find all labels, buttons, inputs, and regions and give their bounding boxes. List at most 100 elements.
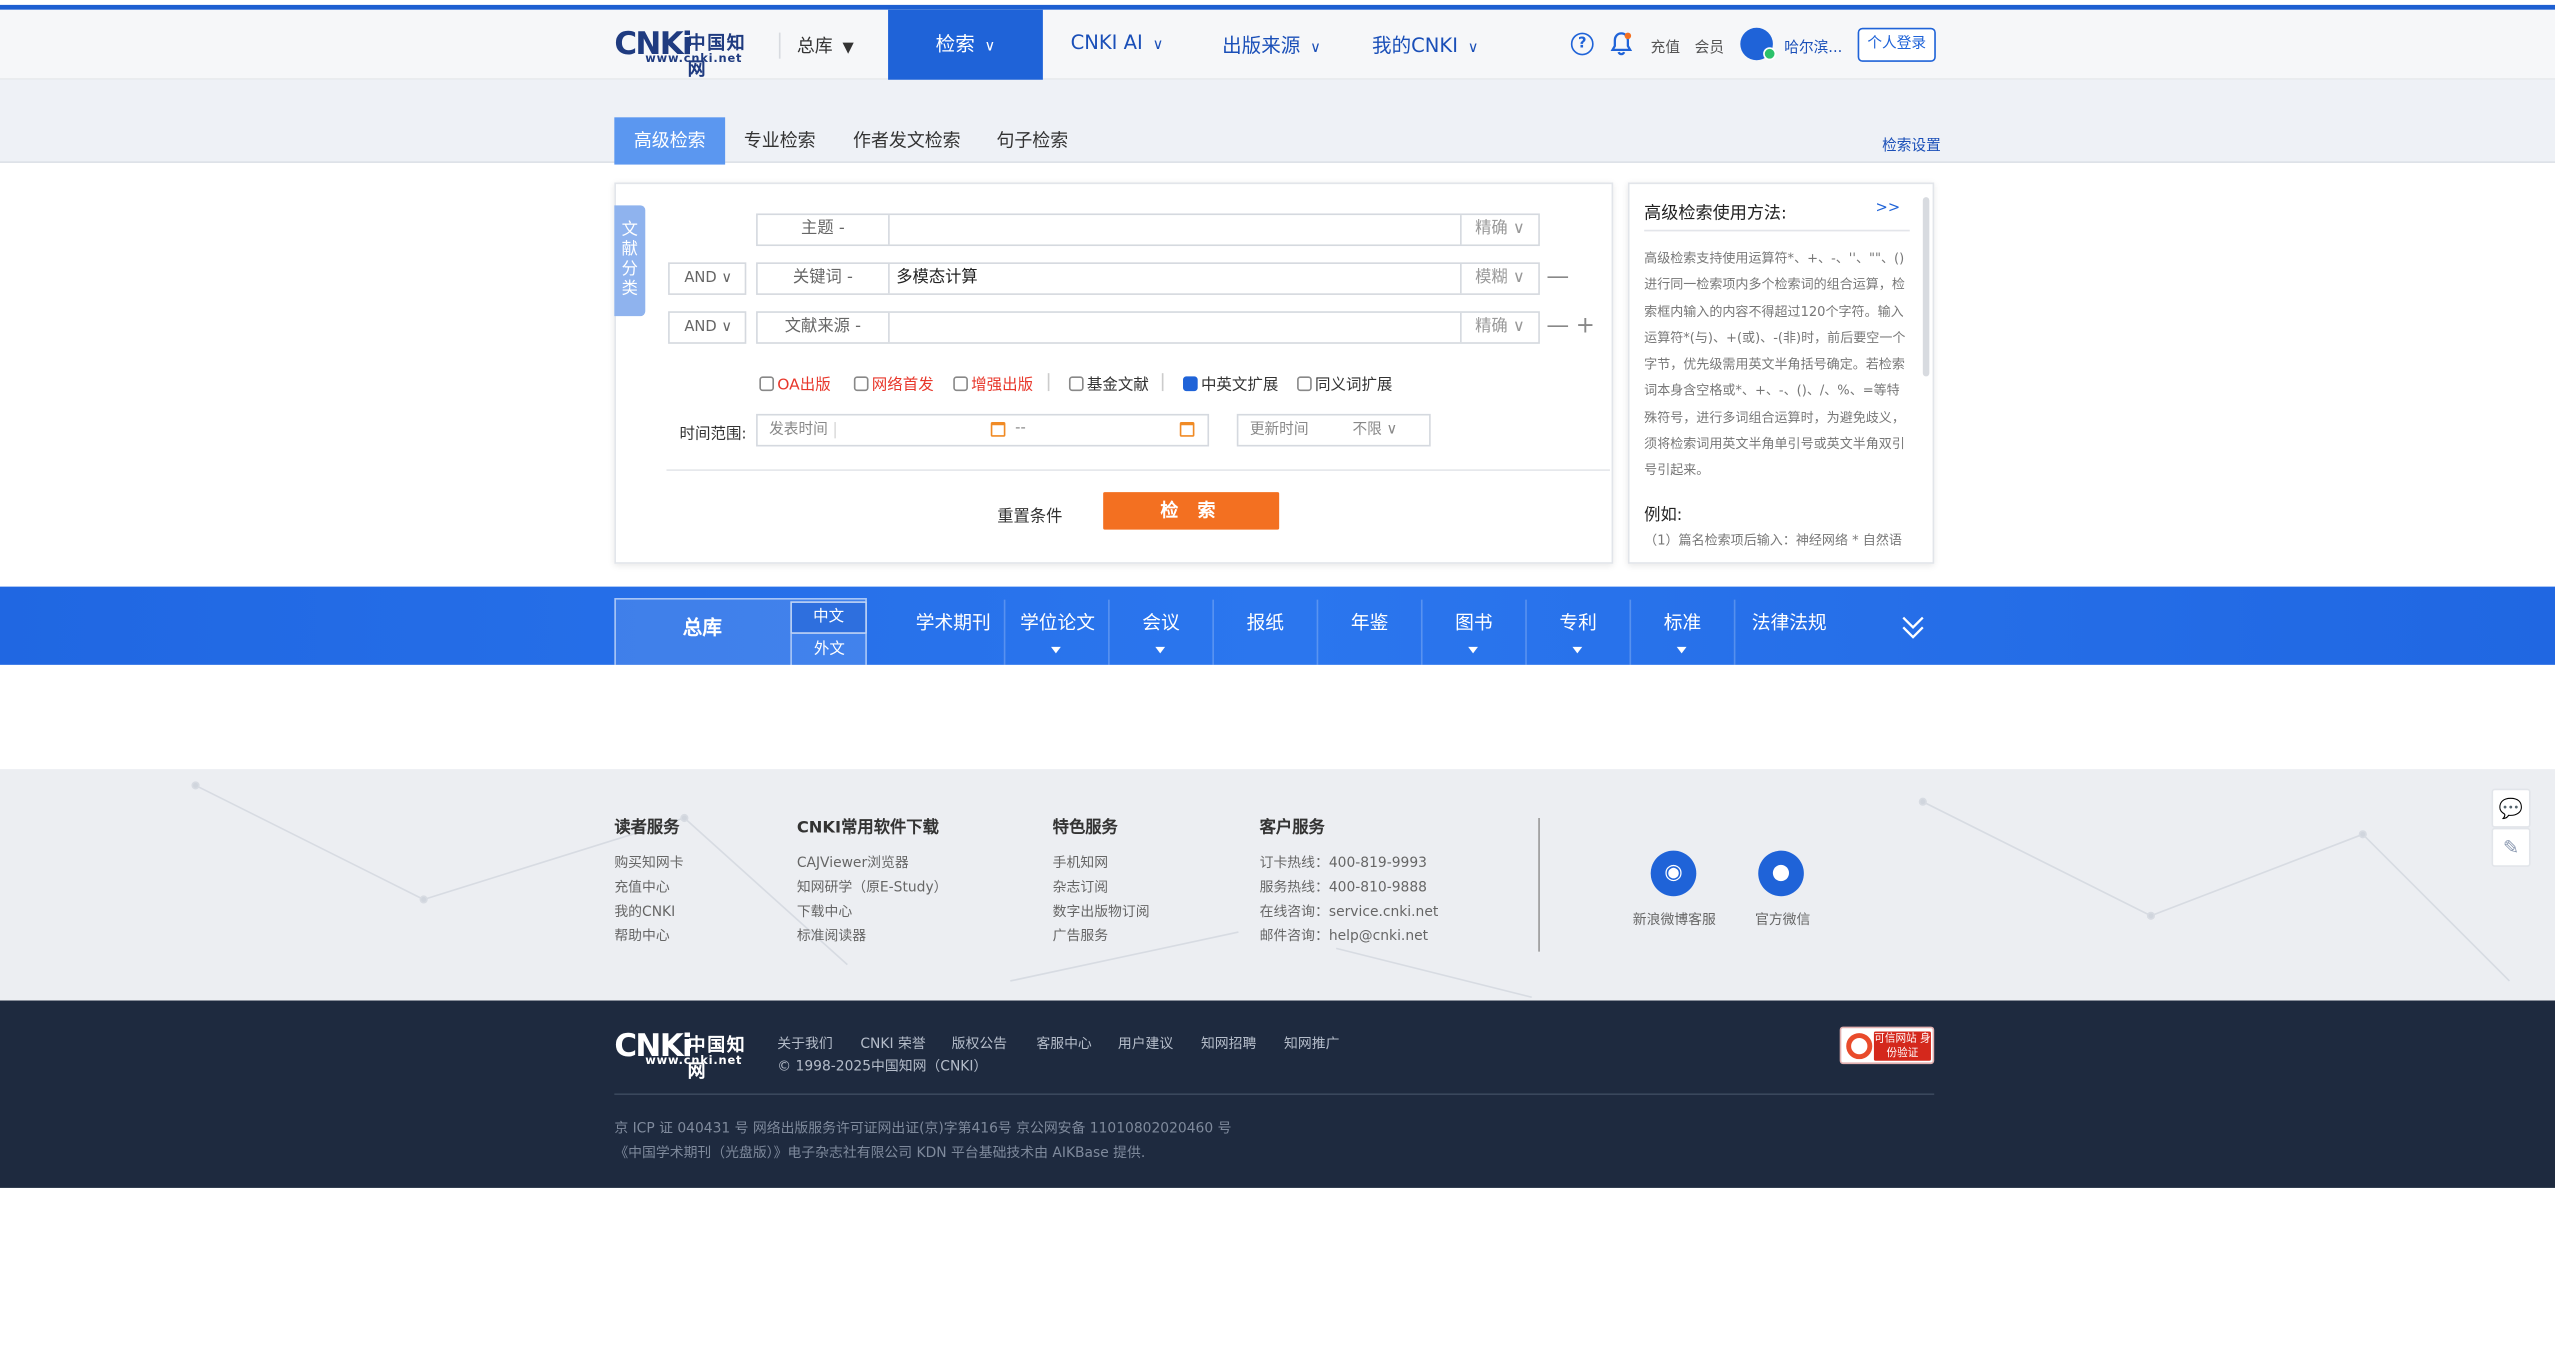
add-row-icon[interactable]: + xyxy=(1576,314,1595,337)
bottom-divider xyxy=(614,1093,1935,1096)
footer-link[interactable]: 帮助中心 xyxy=(614,926,669,945)
careers-link[interactable]: 知网招聘 xyxy=(1201,1033,1256,1052)
member-link[interactable]: 会员 xyxy=(1695,36,1724,57)
nav-cnki-ai-label: CNKI AI xyxy=(1070,30,1143,54)
category-books[interactable]: 图书 xyxy=(1455,609,1492,635)
search-row-keyword: 关键词 - 多模态计算 模糊 ∨ xyxy=(756,262,1540,295)
search-settings-link[interactable]: 检索设置 xyxy=(1882,134,1941,155)
field-divider xyxy=(834,422,836,439)
field-type-select[interactable]: 文献来源 - xyxy=(758,312,890,343)
footer-link[interactable]: 数字出版物订阅 xyxy=(1053,901,1150,920)
lang-chinese-tab[interactable]: 中文 xyxy=(790,601,867,634)
remove-row-icon[interactable]: — xyxy=(1546,266,1569,289)
category-newspapers[interactable]: 报纸 xyxy=(1247,609,1284,635)
wechat-label[interactable]: 官方微信 xyxy=(1755,909,1810,929)
checkbox-checked-icon xyxy=(1183,376,1198,392)
nav-cnki-ai[interactable]: CNKI AI ∨ xyxy=(1071,31,1164,54)
honor-link[interactable]: CNKI 荣誉 xyxy=(860,1033,925,1052)
copyright-text: © 1998-2025中国知网（CNKI） xyxy=(777,1059,988,1076)
footer-link[interactable]: 购买知网卡 xyxy=(614,852,683,871)
tab-author-search[interactable]: 作者发文检索 xyxy=(847,117,966,164)
category-divider xyxy=(1108,599,1110,665)
operator-select[interactable]: AND ∨ xyxy=(668,311,747,344)
footer-cnki-logo: CNKi 中国知网 www.cnki.net xyxy=(614,1028,761,1082)
nav-publication-source[interactable]: 出版来源 ∨ xyxy=(1222,31,1321,59)
reset-button[interactable]: 重置条件 xyxy=(997,502,1062,526)
calendar-icon[interactable] xyxy=(990,422,1006,437)
cnki-logo[interactable]: CNKi 中国知网 www.cnki.net xyxy=(614,26,757,80)
category-standards[interactable]: 标准 xyxy=(1664,609,1701,635)
category-conference[interactable]: 会议 xyxy=(1142,609,1179,635)
wechat-icon[interactable]: ● xyxy=(1758,850,1804,897)
edit-pen-icon[interactable]: ✎ xyxy=(2491,827,2531,867)
match-mode-select[interactable]: 模糊 ∨ xyxy=(1460,263,1538,294)
category-laws[interactable]: 法律法规 xyxy=(1752,609,1827,635)
search-button[interactable]: 检 索 xyxy=(1103,492,1280,530)
help-more-link[interactable]: >> xyxy=(1876,200,1901,216)
tab-sentence-search[interactable]: 句子检索 xyxy=(989,117,1075,164)
nav-search[interactable]: 检索 ∨ xyxy=(888,9,1043,80)
weibo-label[interactable]: 新浪微博客服 xyxy=(1633,909,1716,929)
tab-advanced-search[interactable]: 高级检索 xyxy=(614,117,726,165)
footer-link[interactable]: 充值中心 xyxy=(614,877,669,896)
category-theses[interactable]: 学位论文 xyxy=(1020,609,1095,635)
operator-select[interactable]: AND ∨ xyxy=(668,262,747,295)
footer-link[interactable]: 下载中心 xyxy=(797,901,852,920)
weibo-icon[interactable]: ◉ xyxy=(1650,850,1697,897)
promotion-link[interactable]: 知网推广 xyxy=(1284,1033,1339,1052)
recharge-link[interactable]: 充值 xyxy=(1651,36,1680,57)
chevron-down-icon: ∨ xyxy=(1152,37,1164,54)
match-mode-select[interactable]: 精确 ∨ xyxy=(1460,215,1538,245)
match-mode-select[interactable]: 精确 ∨ xyxy=(1460,312,1538,343)
literature-category-tab[interactable]: 文献分类 xyxy=(614,205,646,317)
calendar-icon[interactable] xyxy=(1179,422,1195,437)
copyright-notice-link[interactable]: 版权公告 xyxy=(952,1033,1007,1052)
footer-link[interactable]: 杂志订阅 xyxy=(1053,877,1108,896)
fund-checkbox[interactable]: 基金文献 xyxy=(1068,372,1149,395)
expand-categories-icon[interactable] xyxy=(1900,613,1926,642)
field-type-select[interactable]: 主题 - xyxy=(758,215,890,245)
personal-login-button[interactable]: 个人登录 xyxy=(1857,27,1936,62)
checkbox-label: 基金文献 xyxy=(1086,376,1149,395)
bell-icon[interactable] xyxy=(1610,31,1633,57)
field-type-select[interactable]: 关键词 - xyxy=(758,263,890,294)
trusted-site-badge[interactable]: 可信网站 身份验证 xyxy=(1839,1026,1935,1065)
category-yearbooks[interactable]: 年鉴 xyxy=(1351,609,1388,635)
feedback-chat-icon[interactable]: 💬 xyxy=(2491,788,2531,828)
tab-professional-search[interactable]: 专业检索 xyxy=(737,117,823,164)
footer-link[interactable]: 广告服务 xyxy=(1053,926,1108,945)
header-bar: CNKi 中国知网 www.cnki.net 总库 ▼ 检索 ∨ CNKI AI ∨ … xyxy=(0,9,2555,80)
search-input[interactable]: 多模态计算 xyxy=(896,264,1450,293)
oa-checkbox[interactable]: OA出版 xyxy=(759,372,831,394)
footer-link[interactable]: 在线咨询：service.cnki.net xyxy=(1260,901,1439,920)
footer-reader-services-title: 读者服务 xyxy=(614,819,680,838)
category-divider xyxy=(1733,599,1736,665)
online-first-checkbox[interactable]: 网络首发 xyxy=(853,372,934,394)
search-input[interactable] xyxy=(896,313,1450,342)
footer-link[interactable]: 知网研学（原E-Study） xyxy=(797,877,948,896)
help-scrollbar[interactable] xyxy=(1922,197,1930,377)
footer-link[interactable]: 邮件咨询：help@cnki.net xyxy=(1260,926,1428,945)
library-select[interactable]: 总库 ▼ xyxy=(797,33,854,59)
user-suggestion-link[interactable]: 用户建议 xyxy=(1118,1033,1173,1052)
update-time-label: 更新时间 xyxy=(1249,422,1309,439)
footer-link[interactable]: 我的CNKI xyxy=(614,901,675,920)
footer-link[interactable]: CAJViewer浏览器 xyxy=(797,852,909,871)
cn-en-expand-checkbox[interactable]: 中英文扩展 xyxy=(1183,372,1278,394)
remove-row-icon[interactable]: — xyxy=(1546,314,1569,337)
synonym-expand-checkbox[interactable]: 同义词扩展 xyxy=(1297,372,1392,394)
category-patents[interactable]: 专利 xyxy=(1559,609,1596,635)
footer-divider xyxy=(1538,818,1540,952)
help-icon[interactable]: ? xyxy=(1570,32,1594,56)
search-input[interactable] xyxy=(896,215,1450,244)
nav-my-cnki[interactable]: 我的CNKI ∨ xyxy=(1372,31,1479,59)
category-journals[interactable]: 学术期刊 xyxy=(916,609,991,635)
update-time-select[interactable]: 更新时间 不限 ∨ xyxy=(1236,413,1431,447)
footer-link[interactable]: 标准阅读器 xyxy=(797,926,866,945)
service-center-link[interactable]: 客服中心 xyxy=(1036,1033,1091,1052)
username[interactable]: 哈尔滨... xyxy=(1784,36,1842,57)
about-link[interactable]: 关于我们 xyxy=(777,1033,832,1052)
lang-foreign-tab[interactable]: 外文 xyxy=(790,633,867,667)
footer-link[interactable]: 手机知网 xyxy=(1053,852,1108,871)
enhanced-checkbox[interactable]: 增强出版 xyxy=(953,372,1033,394)
